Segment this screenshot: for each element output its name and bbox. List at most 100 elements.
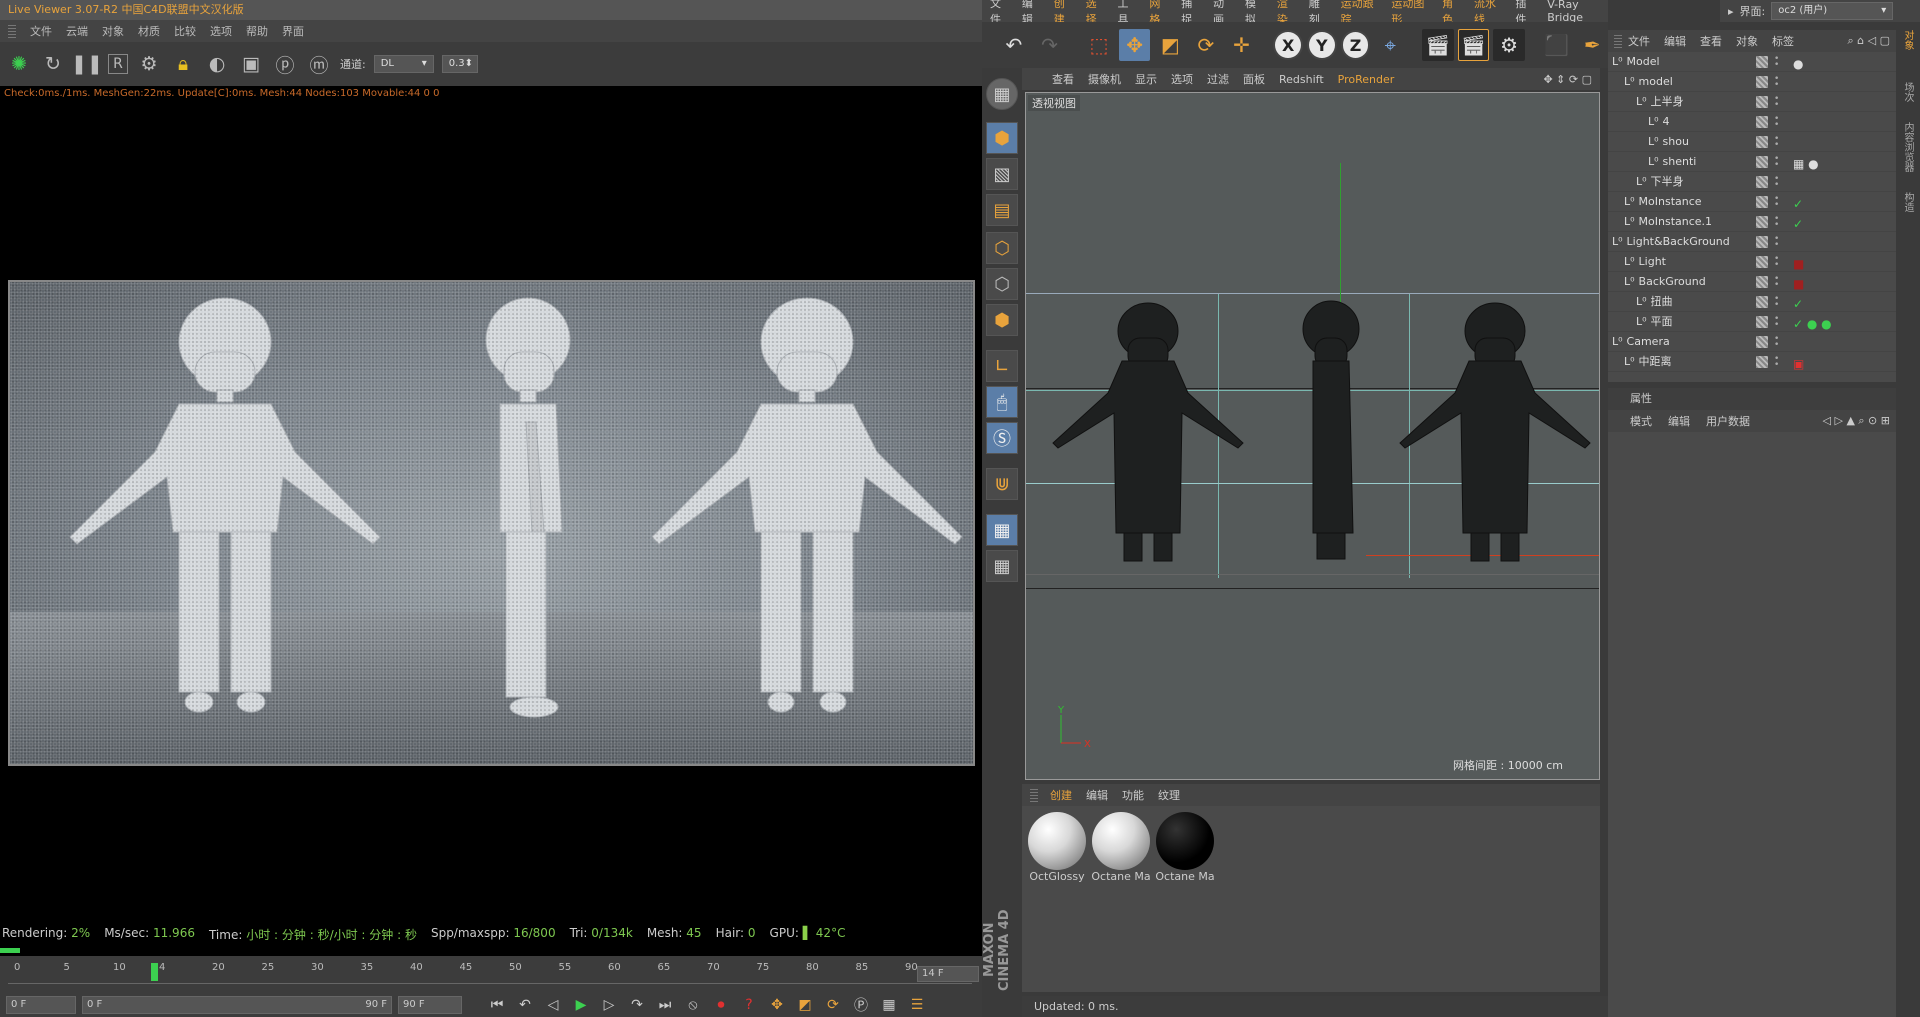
visibility-toggle-icon[interactable] [1756, 236, 1768, 248]
perspective-viewport[interactable]: 透视视图 Y X 网格间距: 10000 cm [1025, 92, 1600, 780]
mat-menu-create[interactable]: 创建 [1050, 787, 1072, 803]
object-row[interactable]: L⁰ 扭曲 • • ✓ [1608, 292, 1896, 312]
object-row[interactable]: L⁰ Camera • • [1608, 332, 1896, 352]
make-editable-icon[interactable]: ▦ [986, 78, 1018, 110]
goto-end-icon[interactable]: ⏭ [654, 995, 676, 1015]
axis-mode-icon[interactable]: ∟ [986, 350, 1018, 382]
tab-structure[interactable]: 构造 [1900, 192, 1915, 212]
mat-menu-edit[interactable]: 编辑 [1086, 787, 1108, 803]
object-row[interactable]: L⁰ Light&BackGround • • [1608, 232, 1896, 252]
lv-menu-help[interactable]: 帮助 [246, 23, 268, 39]
z-axis-lock-icon[interactable]: Z [1340, 30, 1371, 60]
object-row[interactable]: L⁰ 下半身 • • [1608, 172, 1896, 192]
render-dot-icon[interactable]: • • [1774, 295, 1779, 310]
prev-key-icon[interactable]: ↶ [514, 995, 536, 1015]
object-row[interactable]: L⁰ 平面 • • ✓ ● ● [1608, 312, 1896, 332]
mat-menu-texture[interactable]: 纹理 [1158, 787, 1180, 803]
tweak-mode-icon[interactable]: 🖱︎ [986, 386, 1018, 418]
visibility-toggle-icon[interactable] [1756, 296, 1768, 308]
render-dot-icon[interactable]: • • [1774, 315, 1779, 330]
om-menu-file[interactable]: 文件 [1628, 33, 1650, 49]
material-slot[interactable]: Octane Ma [1154, 810, 1216, 888]
texture-mode-icon[interactable]: ▧ [986, 158, 1018, 190]
pause-icon[interactable]: ❚❚ [71, 51, 103, 77]
visibility-toggle-icon[interactable] [1756, 256, 1768, 268]
attr-nav-icons[interactable]: ◁ ▷ ▲ ⌕ ⊙ ⊞ [1823, 414, 1890, 428]
material-slot[interactable]: Octane Ma [1090, 810, 1152, 888]
material-ball-icon[interactable]: ◐ [204, 51, 230, 77]
render-settings-icon[interactable]: ⚙ [1493, 29, 1525, 61]
attr-menu-userdata[interactable]: 用户数据 [1706, 413, 1750, 429]
points-mode-icon[interactable]: ⬡ [986, 232, 1018, 264]
render-dot-icon[interactable]: • • [1774, 55, 1779, 70]
clay-mode-icon[interactable]: ▣ [238, 51, 264, 77]
key-rotate-icon[interactable]: ⟳ [822, 995, 844, 1015]
object-row[interactable]: L⁰ model • • [1608, 72, 1896, 92]
coordinate-system-icon[interactable]: ⌖ [1374, 29, 1406, 61]
vp-menu-cameras[interactable]: 摄像机 [1088, 71, 1121, 87]
play-icon[interactable]: ▶ [570, 995, 592, 1015]
cube-primitive-icon[interactable]: ⬛ [1541, 29, 1573, 61]
render-dot-icon[interactable]: • • [1774, 275, 1779, 290]
c4d-menu-vray[interactable]: V-Ray Bridge [1547, 0, 1608, 24]
object-tags[interactable]: ✓ ● ● [1793, 314, 1832, 334]
settings-gear-icon[interactable]: ⚙ [136, 51, 162, 77]
key-move-icon[interactable]: ✥ [766, 995, 788, 1015]
render-dot-icon[interactable]: • • [1774, 355, 1779, 370]
move-tool-icon[interactable]: ✥ [1118, 29, 1151, 61]
visibility-toggle-icon[interactable] [1756, 316, 1768, 328]
object-row[interactable]: L⁰ 上半身 • • [1608, 92, 1896, 112]
render-dot-icon[interactable]: • • [1774, 95, 1779, 110]
goto-start-icon[interactable]: ⏮ [486, 995, 508, 1015]
visibility-toggle-icon[interactable] [1756, 116, 1768, 128]
channel-param-input[interactable]: 0.3 ⬍ [441, 55, 478, 73]
polygons-mode-icon[interactable]: ⬢ [986, 304, 1018, 336]
visibility-toggle-icon[interactable] [1756, 196, 1768, 208]
om-toolbar-icons[interactable]: ⌕ ⌂ ◁ ▢ [1848, 34, 1891, 48]
visibility-toggle-icon[interactable] [1756, 356, 1768, 368]
visibility-toggle-icon[interactable] [1756, 336, 1768, 348]
om-menu-objects[interactable]: 对象 [1736, 33, 1758, 49]
pen-spline-icon[interactable]: ✒ [1576, 29, 1608, 61]
region-render-icon[interactable]: R [108, 54, 128, 74]
object-tags[interactable]: ✓ [1793, 194, 1803, 214]
object-tags[interactable]: ✓ [1793, 214, 1803, 234]
attr-menu-edit[interactable]: 编辑 [1668, 413, 1690, 429]
live-selection-icon[interactable]: ⬚ [1083, 29, 1115, 61]
vp-menu-panel[interactable]: 面板 [1243, 71, 1265, 87]
render-dot-icon[interactable]: • • [1774, 155, 1779, 170]
object-row[interactable]: L⁰ BackGround • • ■ [1608, 272, 1896, 292]
render-dot-icon[interactable]: • • [1774, 135, 1779, 150]
autokey-icon[interactable]: ⏺ [710, 995, 732, 1015]
range-slider[interactable]: 0 F 90 F [82, 995, 392, 1014]
render-dot-icon[interactable]: • • [1774, 175, 1779, 190]
pick-focus-icon[interactable]: ⓟ [272, 51, 298, 77]
key-pla-icon[interactable]: ▦ [878, 995, 900, 1015]
model-mode-icon[interactable]: ⬢ [986, 122, 1018, 154]
object-row[interactable]: L⁰ 4 • • [1608, 112, 1896, 132]
object-tags[interactable]: ▣ [1793, 354, 1804, 374]
key-param-icon[interactable]: Ⓟ [850, 995, 872, 1015]
render-dot-icon[interactable]: • • [1774, 235, 1779, 250]
help-icon[interactable]: ? [738, 995, 760, 1015]
vp-menu-view[interactable]: 查看 [1052, 71, 1074, 87]
key-scale-icon[interactable]: ◩ [794, 995, 816, 1015]
render-view-icon[interactable]: 🎬︎ [1421, 29, 1454, 61]
grip-icon[interactable] [1614, 34, 1622, 48]
prev-frame-icon[interactable]: ◁ [542, 995, 564, 1015]
grip-icon[interactable] [8, 24, 16, 38]
render-dot-icon[interactable]: • • [1774, 115, 1779, 130]
render-dot-icon[interactable]: • • [1774, 195, 1779, 210]
x-axis-lock-icon[interactable]: X [1273, 30, 1303, 60]
object-tags[interactable]: ▦ ● [1793, 154, 1819, 174]
tab-objects[interactable]: 对象 [1900, 30, 1915, 50]
lv-menu-file[interactable]: 文件 [30, 23, 52, 39]
vp-menu-filter[interactable]: 过滤 [1207, 71, 1229, 87]
object-tags[interactable]: ✓ [1793, 294, 1803, 314]
octane-logo-icon[interactable]: ✺ [6, 51, 32, 77]
pick-material-icon[interactable]: ⓜ [306, 51, 332, 77]
visibility-toggle-icon[interactable] [1756, 96, 1768, 108]
object-row[interactable]: L⁰ Light • • ■ [1608, 252, 1896, 272]
vp-menu-redshift[interactable]: Redshift [1279, 73, 1324, 86]
scale-tool-icon[interactable]: ◩ [1154, 29, 1186, 61]
